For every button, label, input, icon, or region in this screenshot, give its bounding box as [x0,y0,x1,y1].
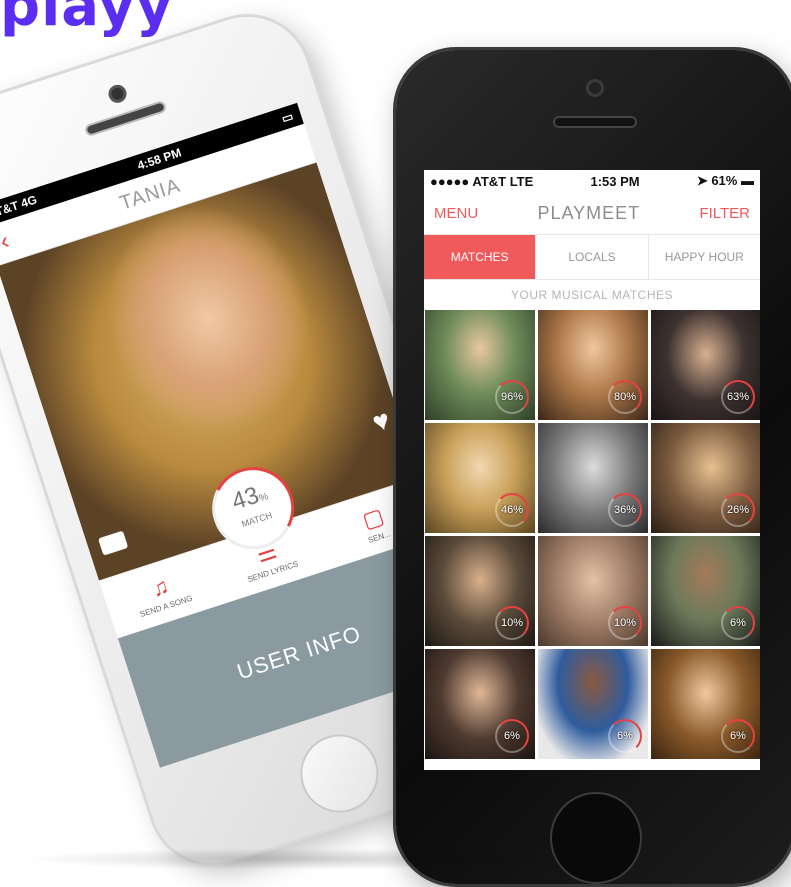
carrier-label: ●●●●● AT&T LTE [430,173,534,189]
match-tile[interactable]: 80% [538,310,648,420]
match-percent: 26% [721,493,755,527]
earpiece-speaker [86,102,165,135]
battery-icon: ▬ [740,173,754,188]
match-tile[interactable]: 6% [425,649,535,759]
menu-button[interactable]: MENU [434,205,478,222]
match-tile[interactable]: 36% [538,423,648,533]
tab-matches[interactable]: MATCHES [424,235,536,279]
match-tile[interactable]: 6% [538,649,648,759]
match-percent: 46% [495,493,529,527]
battery-label: ➤ 61% ▬ [697,173,754,189]
floor-shadow [20,848,580,870]
black-phone: ●●●●● AT&T LTE 1:53 PM ➤ 61% ▬ MENU PLAY… [396,50,791,884]
matches-grid: 96% 80% 63% 46% 36% 26% 10% 10% 6% 6% 6%… [424,310,760,759]
home-button[interactable] [290,724,389,823]
match-percent: 6% [608,719,642,753]
battery-percent: 61% [711,173,738,188]
send-icon: ▢ [359,502,387,533]
match-percent: 6% [495,719,529,753]
match-percent: 96% [495,380,529,414]
match-tile[interactable]: 46% [425,423,535,533]
match-percent: 10% [608,606,642,640]
match-value: 43 [228,481,263,516]
match-tile[interactable]: 26% [651,423,760,533]
front-camera [109,86,126,102]
match-percent: 6% [721,606,755,640]
match-percent: 6% [721,719,755,753]
match-tile[interactable]: 6% [651,536,760,646]
filter-button[interactable]: FILTER [699,205,750,222]
match-percent: 80% [608,380,642,414]
match-percent: 36% [608,493,642,527]
status-bar: ●●●●● AT&T LTE 1:53 PM ➤ 61% ▬ [424,170,760,192]
match-unit: % [257,491,270,505]
time-label: 1:53 PM [590,173,640,189]
app-title: PLAYMEET [537,202,641,223]
tab-bar: MATCHES LOCALS HAPPY HOUR [424,235,760,280]
match-percent: 10% [495,606,529,640]
earpiece-speaker [555,118,635,126]
chat-bubble-icon[interactable] [98,530,129,556]
section-title: YOUR MUSICAL MATCHES [510,288,673,302]
nav-bar: MENU PLAYMEET FILTER [424,192,760,235]
front-camera [589,82,601,94]
match-tile[interactable]: 96% [425,310,535,420]
match-tile[interactable]: 10% [425,536,535,646]
home-button[interactable] [550,792,642,884]
location-arrow-icon: ➤ [696,173,712,188]
brand-logo: playy [0,0,174,39]
tab-locals[interactable]: LOCALS [535,235,647,279]
tab-happy-hour[interactable]: HAPPY HOUR [647,235,760,279]
match-percent: 63% [721,380,755,414]
battery-icon: ▭ [279,109,296,126]
match-tile[interactable]: 6% [651,649,760,759]
heart-icon[interactable]: ♥ [368,404,394,440]
match-tile[interactable]: 10% [538,536,648,646]
matches-screen: ●●●●● AT&T LTE 1:53 PM ➤ 61% ▬ MENU PLAY… [424,170,760,770]
music-note-icon: ♫ [148,572,172,602]
match-tile[interactable]: 63% [651,310,760,420]
